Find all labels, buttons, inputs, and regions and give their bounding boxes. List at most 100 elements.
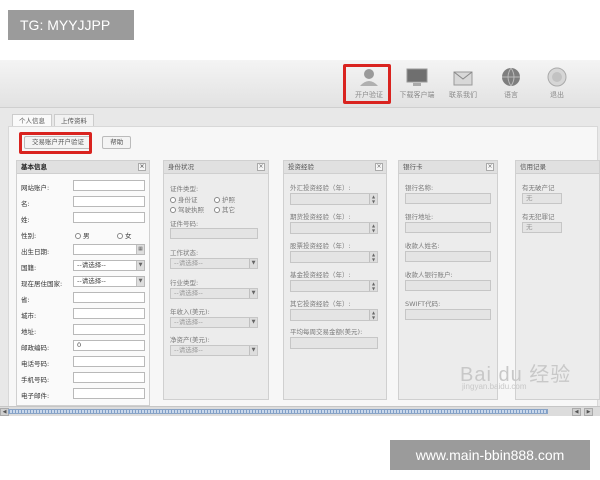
invest-label: 基金投资经验（年）: (290, 271, 351, 279)
panel-title: 投资经验 × (284, 161, 386, 174)
field-label: 电子邮件: (21, 392, 50, 400)
field-label: 性别: (21, 232, 37, 240)
net-assets-label: 净资产(美元): (170, 336, 210, 344)
field-label: 省: (21, 296, 30, 304)
field-label: 出生日期: (21, 248, 50, 256)
province-input[interactable] (73, 292, 145, 303)
net-assets-select[interactable]: --请选择-- ▼ (170, 345, 258, 356)
panel-basic-info: 基本信息 × 网站账户: 名: 姓: 性别: 男 女 出生日期: ▦ 国籍: --… (16, 160, 150, 406)
city-input[interactable] (73, 308, 145, 319)
toolbar-language[interactable]: 语言 (488, 66, 534, 100)
forex-exp-stepper[interactable]: ▲ ▼ (290, 193, 378, 205)
invest-label: 股票投资经验（年）: (290, 242, 351, 250)
weekly-amount-input[interactable] (290, 337, 378, 349)
bank-label: SWIFT代码: (405, 300, 441, 308)
id-option-radio[interactable]: 身份证 (170, 194, 198, 204)
id-type-label: 证件类型: (170, 185, 199, 193)
gender-male-radio[interactable]: 男 (75, 230, 90, 240)
bank-address-input[interactable] (405, 222, 491, 233)
scroll-left-icon[interactable]: ◀ (572, 408, 581, 416)
field-label: 网站账户: (21, 184, 50, 192)
birthdate-input[interactable]: ▦ (73, 244, 145, 255)
calendar-icon[interactable]: ▦ (136, 245, 144, 254)
close-icon[interactable]: × (257, 163, 265, 171)
toolbar-logout[interactable]: 退出 (534, 66, 580, 100)
close-icon[interactable]: × (138, 163, 146, 171)
address-input[interactable] (73, 324, 145, 335)
tab-bar: 个人信息 上传资料 (12, 114, 96, 126)
futures-exp-stepper[interactable]: ▲ ▼ (290, 222, 378, 234)
bank-label: 银行地址: (405, 213, 434, 221)
chevron-down-icon: ▼ (249, 318, 257, 327)
stepper-icon[interactable]: ▲ ▼ (369, 194, 377, 204)
power-icon (547, 67, 567, 87)
nationality-select[interactable]: --请选择-- ▼ (73, 260, 145, 271)
industry-select[interactable]: --请选择-- ▼ (170, 288, 258, 299)
work-status-select[interactable]: --请选择-- ▼ (170, 258, 258, 269)
id-number-input[interactable] (170, 228, 258, 239)
gender-female-radio[interactable]: 女 (117, 230, 132, 240)
last-name-input[interactable] (73, 212, 145, 223)
postcode-input[interactable]: 0 (73, 340, 145, 351)
other-exp-stepper[interactable]: ▲ ▼ (290, 309, 378, 321)
residence-country-select[interactable]: --请选择-- ▼ (73, 276, 145, 287)
globe-icon (502, 67, 520, 87)
id-option-radio[interactable]: 其它 (214, 204, 235, 214)
toolbar-contact-us[interactable]: 联系我们 (440, 66, 486, 100)
id-option-radio[interactable]: 驾驶执照 (170, 204, 204, 214)
highlight-box (19, 132, 92, 154)
field-label: 邮政编码: (21, 344, 50, 352)
horizontal-scrollbar[interactable]: ◀ ◀ ▶ (0, 406, 600, 416)
stepper-icon[interactable]: ▲ ▼ (369, 252, 377, 262)
swift-input[interactable] (405, 309, 491, 320)
bank-name-input[interactable] (405, 193, 491, 204)
chevron-down-icon: ▼ (249, 289, 257, 298)
stepper-icon[interactable]: ▲ ▼ (369, 223, 377, 233)
id-option-radio[interactable]: 护照 (214, 194, 235, 204)
stepper-icon[interactable]: ▲ ▼ (369, 281, 377, 291)
tab-personal-info[interactable]: 个人信息 (12, 114, 52, 126)
first-name-input[interactable] (73, 196, 145, 207)
chevron-down-icon: ▼ (249, 346, 257, 355)
email-input[interactable] (73, 388, 145, 399)
close-icon[interactable]: × (486, 163, 494, 171)
fund-exp-stepper[interactable]: ▲ ▼ (290, 280, 378, 292)
scroll-right-icon[interactable]: ▶ (584, 408, 593, 416)
panel-title: 身份状况 × (164, 161, 268, 174)
field-label: 姓: (21, 216, 30, 224)
stepper-icon[interactable]: ▲ ▼ (369, 310, 377, 320)
panel-identity: 身份状况 × 证件类型: 身份证 护照 驾驶执照 其它 证件号码: 工作状态: -… (163, 160, 269, 400)
scroll-thumb[interactable] (8, 409, 548, 414)
panel-title: 信用记录 (516, 161, 599, 174)
tab-upload[interactable]: 上传资料 (54, 114, 94, 126)
invest-label: 其它投资经验（年）: (290, 300, 351, 308)
stock-exp-stepper[interactable]: ▲ ▼ (290, 251, 378, 263)
payee-account-input[interactable] (405, 280, 491, 291)
chevron-down-icon: ▼ (136, 277, 144, 286)
url-label: www.main-bbin888.com (390, 440, 590, 470)
invest-label: 期货投资经验（年）: (290, 213, 351, 221)
field-label: 地址: (21, 328, 37, 336)
panel-title: 银行卡 × (399, 161, 497, 174)
help-button[interactable]: 帮助 (102, 136, 132, 149)
field-label: 现在居住国家: (21, 280, 63, 288)
bankruptcy-select[interactable]: 无 (522, 193, 562, 204)
field-label: 手机号码: (21, 376, 50, 384)
work-status-label: 工作状态: (170, 249, 199, 257)
annual-income-select[interactable]: --请选择-- ▼ (170, 317, 258, 328)
field-label: 城市: (21, 312, 37, 320)
chevron-down-icon: ▼ (249, 259, 257, 268)
website-account-input[interactable] (73, 180, 145, 191)
phone-input[interactable] (73, 356, 145, 367)
highlight-box (343, 64, 391, 104)
mail-icon (453, 71, 473, 86)
close-icon[interactable]: × (375, 163, 383, 171)
mobile-input[interactable] (73, 372, 145, 383)
toolbar-download-client[interactable]: 下载客户端 (394, 66, 440, 100)
payee-name-input[interactable] (405, 251, 491, 262)
bank-label: 银行名称: (405, 184, 434, 192)
bank-label: 收款人姓名: (405, 242, 440, 250)
criminal-select[interactable]: 无 (522, 222, 562, 233)
invest-label: 外汇投资经验（年）: (290, 184, 351, 192)
industry-label: 行业类型: (170, 279, 199, 287)
